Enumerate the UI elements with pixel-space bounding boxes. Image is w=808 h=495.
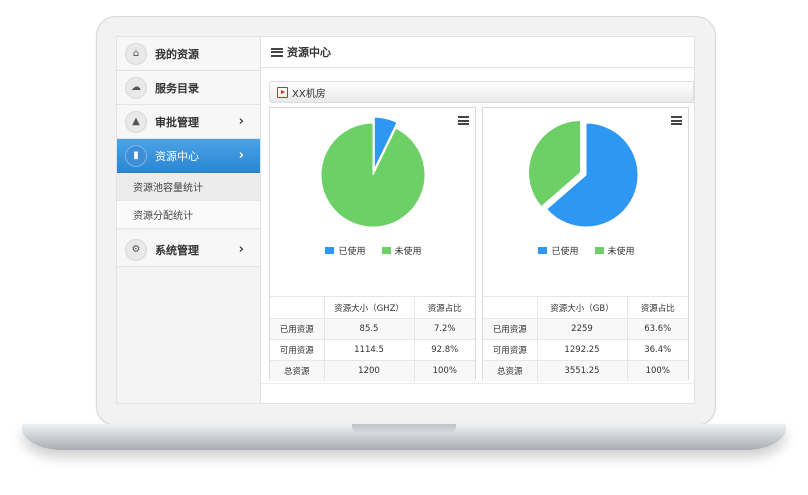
legend-label: 已使用 (338, 247, 366, 257)
sidebar-item-my-resources[interactable]: ⌂ 我的资源 (117, 37, 260, 71)
table-cell: 可用资源 (483, 339, 537, 361)
sidebar-item-label: 我的资源 (155, 47, 199, 61)
section-title: XX机房 (292, 88, 326, 100)
table-header-cell (270, 296, 324, 319)
laptop-notch (352, 424, 456, 434)
chart-card-cpu: 已使用 未使用 资源大小（GHZ） 资源占比 已用资源 85.5 7.2% 可用… (269, 107, 477, 381)
main-content: 资源中心 XX机房 已使用 未使用 资源大小（GHZ） 资源占比 已用资源 85… (261, 37, 694, 403)
table-cell: 3551.25 (536, 360, 627, 381)
table-header-cell (483, 296, 537, 319)
page-header: 资源中心 (261, 37, 694, 68)
play-icon (277, 86, 288, 98)
legend-item-used[interactable]: 已使用 (325, 244, 366, 257)
legend-swatch (325, 247, 335, 254)
legend-item-used[interactable]: 已使用 (538, 244, 579, 257)
chevron-right-icon: › (238, 148, 244, 163)
legend-label: 已使用 (551, 247, 579, 257)
table-cell: 7.2% (413, 318, 475, 340)
table-header-row: 资源大小（GHZ） 资源占比 (270, 296, 475, 319)
legend-item-unused[interactable]: 未使用 (594, 244, 635, 257)
section-bar: XX机房 (269, 81, 694, 103)
table-row: 总资源 1200 100% (270, 360, 475, 381)
table-cell: 85.5 (323, 318, 414, 340)
pie-chart (320, 116, 426, 228)
chart-card-memory: 已使用 未使用 资源大小（GB） 资源占比 已用资源 2259 63.6% 可用… (482, 107, 690, 381)
footer-divider (261, 383, 694, 396)
sidebar-item-label: 系统管理 (155, 243, 199, 257)
table-header-cell: 资源占比 (413, 296, 475, 319)
table-cell: 36.4% (626, 339, 688, 361)
sidebar-item-service-catalog[interactable]: ☁ 服务目录 (117, 71, 260, 105)
table-cell: 100% (413, 360, 475, 381)
legend-item-unused[interactable]: 未使用 (381, 244, 422, 257)
table-cell: 1114.5 (323, 339, 414, 361)
legend-label: 未使用 (394, 247, 422, 257)
chart-legend: 已使用 未使用 (270, 244, 477, 257)
screen: ⌂ 我的资源 ☁ 服务目录 ▲ 审批管理 › ▮ 资源中心 › 资源池容量统计 … (117, 37, 694, 403)
legend-swatch (538, 247, 548, 254)
chevron-right-icon: › (238, 114, 244, 129)
subitem-pool-capacity[interactable]: 资源池容量统计 (117, 173, 260, 201)
table-cell: 总资源 (270, 360, 324, 381)
list-icon (271, 47, 283, 57)
table-row: 可用资源 1114.5 92.8% (270, 339, 475, 361)
table-row: 已用资源 2259 63.6% (483, 318, 688, 340)
table-cell: 2259 (536, 318, 627, 340)
table-cell: 总资源 (483, 360, 537, 381)
table-cell: 1200 (323, 360, 414, 381)
legend-swatch (381, 247, 391, 254)
legend-label: 未使用 (607, 247, 635, 257)
stats-table: 资源大小（GHZ） 资源占比 已用资源 85.5 7.2% 可用资源 1114.… (270, 296, 475, 381)
table-cell: 100% (626, 360, 688, 381)
sidebar-item-resource-center[interactable]: ▮ 资源中心 › (117, 139, 260, 173)
table-header-cell: 资源占比 (626, 296, 688, 319)
cloud-icon: ☁ (125, 76, 147, 99)
table-row: 总资源 3551.25 100% (483, 360, 688, 381)
table-row: 可用资源 1292.25 36.4% (483, 339, 688, 361)
gears-icon: ⚙ (125, 238, 147, 261)
sidebar-item-label: 服务目录 (155, 81, 199, 95)
table-cell: 92.8% (413, 339, 475, 361)
chart-legend: 已使用 未使用 (483, 244, 690, 257)
sidebar-item-label: 资源中心 (155, 149, 199, 163)
table-header-row: 资源大小（GB） 资源占比 (483, 296, 688, 319)
sidebar-item-approval[interactable]: ▲ 审批管理 › (117, 105, 260, 139)
table-header-cell: 资源大小（GHZ） (323, 296, 414, 319)
pie-chart (528, 120, 639, 228)
sidebar-item-label: 审批管理 (155, 115, 199, 129)
stats-table: 资源大小（GB） 资源占比 已用资源 2259 63.6% 可用资源 1292.… (483, 296, 688, 381)
table-cell: 已用资源 (270, 318, 324, 340)
table-cell: 已用资源 (483, 318, 537, 340)
subitem-allocation[interactable]: 资源分配统计 (117, 201, 260, 229)
sitemap-icon: ▲ (125, 110, 147, 133)
table-cell: 63.6% (626, 318, 688, 340)
pie-slice-unused[interactable] (320, 122, 426, 228)
sidebar-item-system[interactable]: ⚙ 系统管理 › (117, 233, 260, 267)
page-title: 资源中心 (287, 46, 331, 59)
legend-swatch (594, 247, 604, 254)
home-icon: ⌂ (125, 42, 147, 65)
table-cell: 可用资源 (270, 339, 324, 361)
sidebar: ⌂ 我的资源 ☁ 服务目录 ▲ 审批管理 › ▮ 资源中心 › 资源池容量统计 … (117, 37, 261, 403)
table-row: 已用资源 85.5 7.2% (270, 318, 475, 340)
table-cell: 1292.25 (536, 339, 627, 361)
bar-chart-icon: ▮ (125, 144, 147, 167)
chevron-right-icon: › (238, 242, 244, 257)
table-header-cell: 资源大小（GB） (536, 296, 627, 319)
